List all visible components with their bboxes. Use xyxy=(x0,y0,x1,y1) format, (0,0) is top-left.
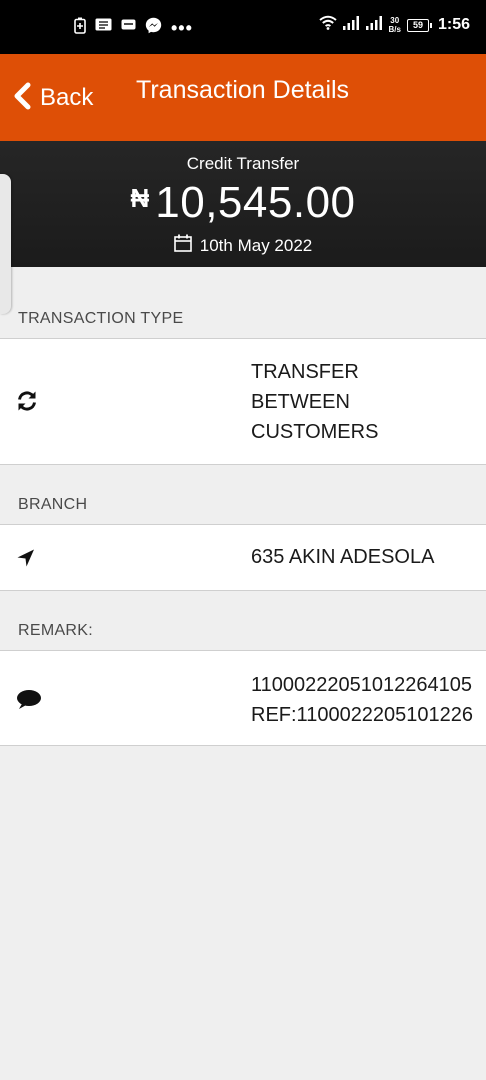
transaction-amount: 10,545.00 xyxy=(155,178,356,227)
transaction-type-row: TRANSFER BETWEEN CUSTOMERS xyxy=(0,338,486,465)
network-speed-unit: B/s xyxy=(388,25,401,34)
battery-saver-icon xyxy=(74,17,86,39)
wifi-icon xyxy=(318,15,337,35)
comment-icon xyxy=(16,689,42,716)
amount-display: ₦ 10,545.00 xyxy=(0,178,486,228)
refresh-icon xyxy=(16,390,38,417)
currency-symbol: ₦ xyxy=(130,183,150,213)
signal-icon-2 xyxy=(365,15,383,35)
notification-icons: ••• xyxy=(74,17,193,39)
back-label: Back xyxy=(40,84,94,111)
branch-header: BRANCH xyxy=(18,496,88,513)
system-icons: 30 B/s 59 1:56 xyxy=(318,15,470,35)
remark-value: 11000222051012264105 REF:110002220510122… xyxy=(251,670,473,730)
transaction-type-line: BETWEEN xyxy=(251,391,350,413)
page-title: Transaction Details xyxy=(136,76,350,104)
remark-line: 11000222051012264105 xyxy=(251,674,472,696)
transaction-type-header: TRANSACTION TYPE xyxy=(18,310,184,327)
calendar-icon xyxy=(173,234,192,257)
message-icon xyxy=(95,18,112,38)
branch-row: 635 AKIN ADESOLA xyxy=(0,524,486,591)
messenger-icon xyxy=(145,17,162,39)
clock: 1:56 xyxy=(437,16,470,33)
location-arrow-icon xyxy=(16,548,36,573)
transaction-summary: Credit Transfer ₦ 10,545.00 10th May 202… xyxy=(0,141,486,267)
more-notifications-indicator: ••• xyxy=(171,18,193,38)
battery-level: 59 xyxy=(406,18,429,32)
network-speed-value: 30 xyxy=(390,16,400,25)
transaction-date: 10th May 2022 xyxy=(0,234,486,257)
transaction-type-line: TRANSFER xyxy=(251,361,359,383)
battery-icon: 59 xyxy=(406,18,432,32)
remark-header: REMARK: xyxy=(18,622,93,639)
remark-line: REF:1100022205101226 xyxy=(251,704,474,726)
branch-value: 635 AKIN ADESOLA xyxy=(251,546,435,568)
back-button[interactable]: Back xyxy=(12,80,93,116)
transaction-kind: Credit Transfer xyxy=(186,154,300,173)
chat-notification-icon xyxy=(121,19,136,37)
network-speed: 30 B/s xyxy=(389,16,401,34)
transaction-type-line: CUSTOMERS xyxy=(251,421,379,443)
date-text: 10th May 2022 xyxy=(199,235,313,255)
app-bar: Back Transaction Details xyxy=(0,54,486,141)
transaction-type-value: TRANSFER BETWEEN CUSTOMERS xyxy=(251,357,378,447)
edge-panel-handle[interactable] xyxy=(0,174,11,314)
remark-row: 11000222051012264105 REF:110002220510122… xyxy=(0,650,486,746)
chevron-left-icon xyxy=(12,82,32,115)
status-bar: ••• 30 B/s 59 1:56 xyxy=(0,0,486,54)
signal-icon-1 xyxy=(342,15,360,35)
